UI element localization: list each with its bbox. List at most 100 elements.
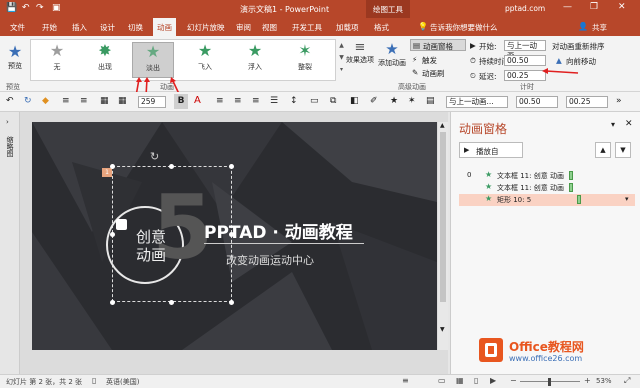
list-item[interactable]: ★ 文本框 11: 创意 动画	[459, 182, 635, 194]
gallery-scroll[interactable]: ▲ ▼ ▾	[337, 40, 346, 80]
preview-small-icon[interactable]: ★	[390, 96, 398, 106]
list-item[interactable]: 0 ★ 文本框 11: 创意 动画	[459, 170, 635, 182]
resize-handle[interactable]	[229, 300, 234, 305]
add-animation-button[interactable]: ★ 添加动画	[374, 40, 410, 68]
fill-color-icon[interactable]: ◆	[42, 96, 49, 106]
overflow-chevron-icon[interactable]: »	[616, 96, 622, 106]
tab-animations[interactable]: 动画	[153, 18, 176, 36]
item-dropdown-icon[interactable]: ▾	[625, 195, 629, 203]
tab-slideshow[interactable]: 幻灯片放映	[187, 22, 225, 33]
zoom-level[interactable]: 53%	[596, 377, 612, 385]
line-spacing-icon[interactable]: ↕	[290, 96, 298, 106]
font-size-input[interactable]: 259	[138, 96, 166, 108]
animation-fade[interactable]: ★ 淡出	[132, 42, 174, 78]
zoom-thumb[interactable]	[548, 378, 551, 386]
expand-thumbnails-icon[interactable]: ›	[6, 118, 9, 126]
proofing-icon[interactable]: ▯	[92, 376, 96, 385]
duration-input-small[interactable]: 00.50	[516, 96, 558, 108]
rotate-handle-icon[interactable]: ↻	[150, 150, 159, 163]
animation-appear[interactable]: ✸ 出现	[84, 42, 126, 78]
align-left-icon[interactable]: ≡	[216, 96, 224, 106]
bold-button[interactable]: B	[174, 94, 188, 109]
share-button[interactable]: 共享	[592, 22, 607, 33]
animation-painter-button[interactable]: ✎ 动画刷	[410, 67, 466, 79]
scroll-up-icon[interactable]: ▲	[440, 122, 445, 129]
tab-addins[interactable]: 加载项	[336, 22, 359, 33]
scroll-down-icon[interactable]: ▼	[440, 326, 445, 333]
notes-icon[interactable]: ≡	[402, 376, 409, 385]
timing-bar[interactable]	[569, 171, 573, 180]
scroll-thumb[interactable]	[440, 132, 446, 302]
animation-pane-small-icon[interactable]: ▤	[426, 96, 435, 106]
tab-file[interactable]: 文件	[10, 22, 25, 33]
reading-view-icon[interactable]: ▯	[474, 376, 478, 385]
play-from-button[interactable]: ▶ 播放自	[459, 142, 523, 158]
zoom-out-icon[interactable]: −	[510, 376, 517, 385]
move-down-button[interactable]: ▼	[615, 142, 631, 158]
quick-styles-icon[interactable]: ◧	[350, 96, 359, 106]
animation-float-in[interactable]: ★ 浮入	[234, 42, 276, 78]
timing-bar[interactable]	[577, 195, 581, 204]
normal-view-icon[interactable]: ▭	[438, 376, 446, 385]
tab-review[interactable]: 审阅	[236, 22, 251, 33]
resize-handle[interactable]	[169, 164, 174, 169]
start-select[interactable]: 与上一动画...	[504, 40, 546, 60]
align-left-small-icon[interactable]: ≡	[62, 96, 70, 106]
undo-icon[interactable]: ↶	[22, 3, 30, 13]
bring-forward-icon[interactable]: ▦	[100, 96, 109, 106]
animation-fly-in[interactable]: ★ 飞入	[184, 42, 226, 78]
resize-handle[interactable]	[229, 164, 234, 169]
thumbnail-strip[interactable]: › 缩略图	[0, 112, 20, 374]
tell-me-box[interactable]: 告诉我你想要做什么	[430, 22, 498, 33]
animation-split[interactable]: ✶ 整裂	[284, 42, 326, 78]
align-right-small-icon[interactable]: ≡	[80, 96, 88, 106]
minimize-icon[interactable]: —	[563, 2, 572, 12]
restore-icon[interactable]: ❐	[590, 2, 598, 12]
text-handle-icon[interactable]	[116, 219, 127, 230]
tab-developer[interactable]: 开发工具	[292, 22, 322, 33]
resize-handle[interactable]	[169, 300, 174, 305]
slideshow-icon[interactable]: ▣	[52, 3, 61, 13]
animation-none[interactable]: ★ 无	[36, 42, 78, 78]
preview-button[interactable]: ★ 预览	[4, 42, 26, 71]
slideshow-view-icon[interactable]: ▶	[490, 376, 496, 385]
undo-small-icon[interactable]: ↶	[6, 96, 14, 106]
rotate-icon[interactable]: ↻	[24, 96, 32, 106]
fit-slide-icon[interactable]: ⤢	[624, 376, 630, 386]
tab-design[interactable]: 设计	[100, 22, 115, 33]
slide-canvas[interactable]: 1 ↻ 5 创意 动画 PPTAD · 动画教程 改变动画运动中心	[32, 122, 437, 350]
resize-handle[interactable]	[110, 300, 115, 305]
zoom-in-icon[interactable]: +	[584, 376, 591, 385]
tab-format[interactable]: 格式	[374, 22, 389, 33]
list-item-selected[interactable]: ★ 矩形 10: 5 ▾	[459, 194, 635, 206]
effects-small-icon[interactable]: ✶	[408, 96, 416, 106]
close-icon[interactable]: ✕	[618, 2, 626, 12]
tab-insert[interactable]: 插入	[72, 22, 87, 33]
start-select-small[interactable]: 与上一动画...	[446, 96, 508, 108]
tab-home[interactable]: 开始	[42, 22, 57, 33]
vertical-scrollbar[interactable]: ▲ ▼	[438, 122, 448, 350]
effect-options-button[interactable]: ≡ 效果选项	[346, 40, 374, 65]
trigger-button[interactable]: ⚡ 触发	[410, 54, 466, 66]
redo-icon[interactable]: ↷	[36, 3, 44, 13]
align-right-icon[interactable]: ≡	[252, 96, 260, 106]
language-label[interactable]: 英语(美国)	[106, 377, 139, 387]
align-center-icon[interactable]: ≡	[234, 96, 242, 106]
pane-close-icon[interactable]: ✕	[625, 119, 633, 129]
save-icon[interactable]: 💾	[6, 3, 17, 13]
tab-transitions[interactable]: 切换	[128, 22, 143, 33]
send-backward-icon[interactable]: ▦	[118, 96, 127, 106]
arrange-icon[interactable]: ⧉	[330, 96, 336, 106]
timing-bar[interactable]	[569, 183, 573, 192]
shape-icon[interactable]: ▭	[310, 96, 319, 106]
pane-dropdown-icon[interactable]: ▾	[611, 120, 615, 129]
account-name[interactable]: pptad.com	[505, 4, 545, 13]
resize-handle[interactable]	[110, 164, 115, 169]
sorter-view-icon[interactable]: ▦	[456, 376, 464, 385]
delay-input-small[interactable]: 00.25	[566, 96, 608, 108]
animation-pane-button[interactable]: ▤ 动画窗格	[410, 39, 466, 51]
move-up-button[interactable]: ▲	[595, 142, 611, 158]
shape-outline-icon[interactable]: ✐	[370, 96, 378, 106]
font-color-icon[interactable]: A	[194, 95, 201, 106]
tab-view[interactable]: 视图	[262, 22, 277, 33]
